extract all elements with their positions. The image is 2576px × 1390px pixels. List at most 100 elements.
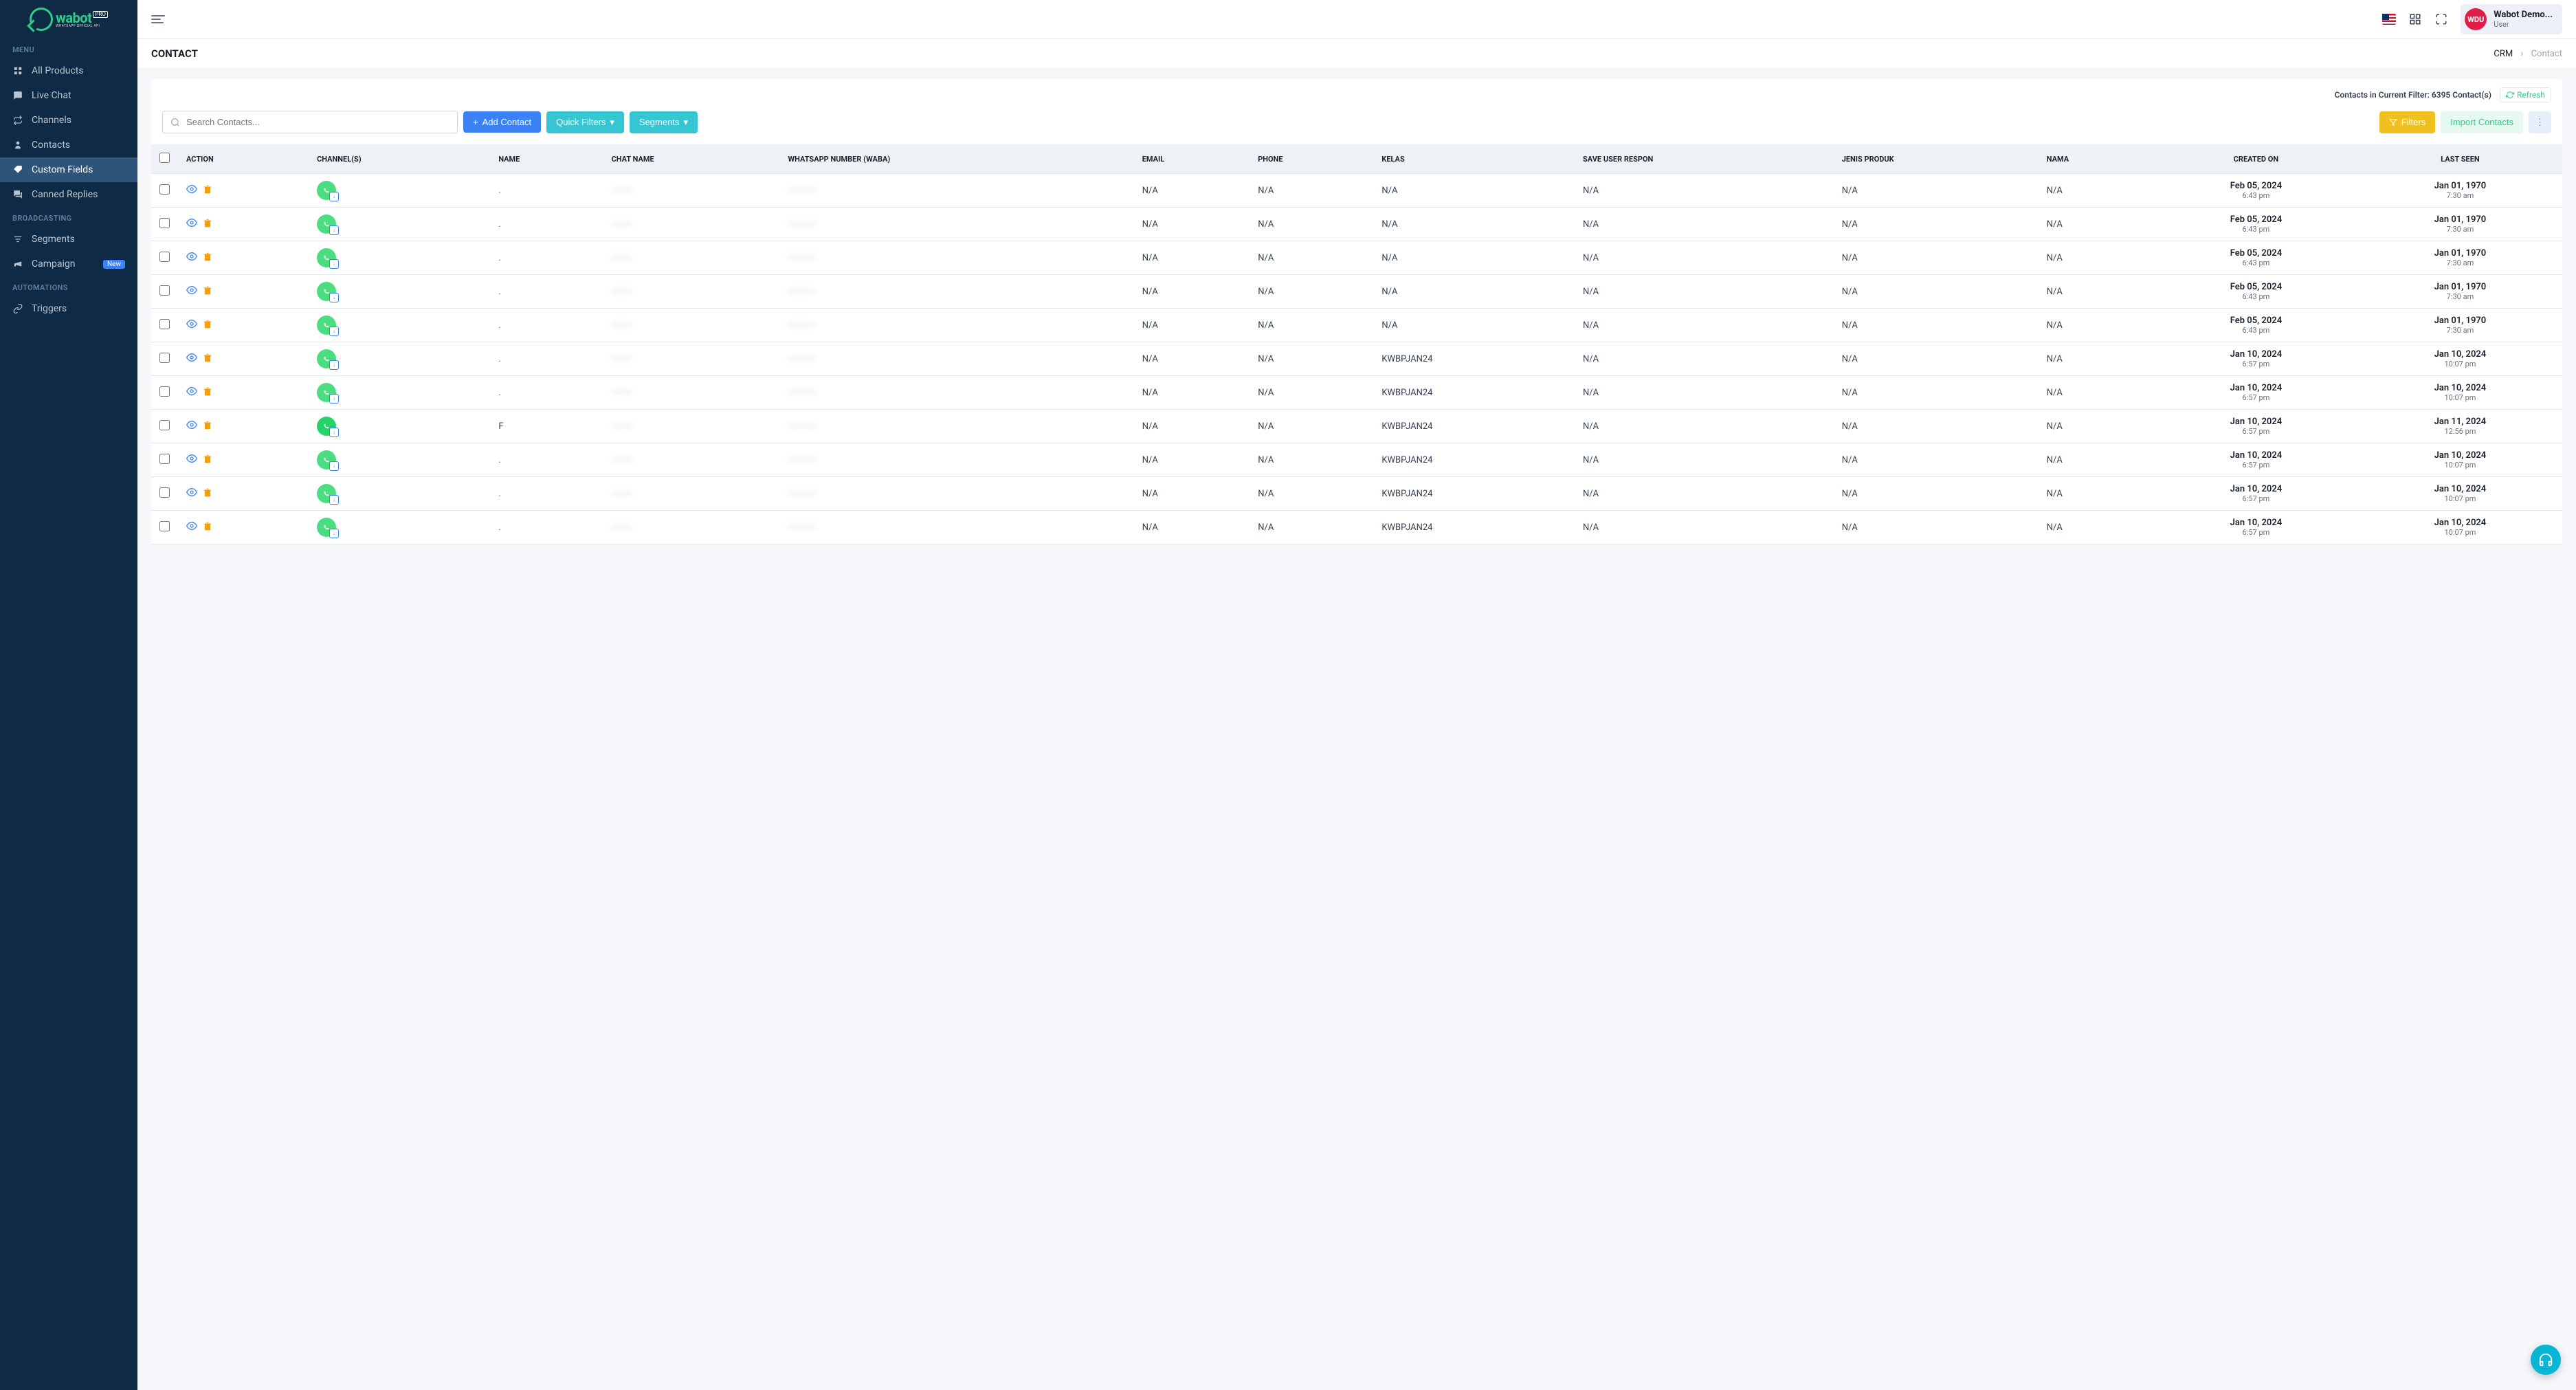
more-options-button[interactable]: ⋮ [2529, 111, 2551, 133]
cell-name: . [490, 208, 603, 241]
cell-jenis-produk: N/A [1834, 342, 2039, 376]
row-checkbox[interactable] [159, 454, 170, 464]
logo-badge: PRO [93, 11, 107, 18]
cell-chat-name: ——— [603, 376, 780, 410]
section-broadcasting-label: BROADCASTING [0, 207, 137, 227]
refresh-button[interactable]: Refresh [2500, 87, 2551, 102]
cell-name: . [490, 275, 603, 309]
table-row: ↓ . ——— ———— N/A N/A KWBPJAN24 N/A N/A N… [151, 342, 2562, 376]
grid-icon [12, 65, 23, 76]
delete-icon[interactable] [203, 386, 212, 399]
sidebar-item-triggers[interactable]: Triggers [0, 296, 137, 321]
cell-nama: N/A [2039, 208, 2154, 241]
sidebar-item-label: Campaign [32, 258, 75, 269]
cell-save-user-respon: N/A [1575, 410, 1834, 443]
sidebar-item-custom-fields[interactable]: Custom Fields [0, 157, 137, 182]
row-checkbox[interactable] [159, 218, 170, 228]
col-waba: WHATSAPP NUMBER (WABA) [779, 144, 1133, 174]
select-all-checkbox[interactable] [159, 153, 170, 163]
chevron-right-icon: › [2520, 49, 2523, 59]
row-checkbox[interactable] [159, 353, 170, 363]
search-input[interactable] [162, 111, 458, 133]
channel-whatsapp-icon: ↓ [317, 484, 336, 503]
delete-icon[interactable] [203, 285, 212, 298]
quick-filters-button[interactable]: Quick Filters ▾ [546, 111, 624, 133]
row-checkbox[interactable] [159, 487, 170, 498]
delete-icon[interactable] [203, 218, 212, 230]
delete-icon[interactable] [203, 184, 212, 197]
delete-icon[interactable] [203, 252, 212, 264]
logo[interactable]: wabot PRO WHATSAPP OFFICIAL API [0, 0, 137, 38]
view-icon[interactable] [186, 386, 197, 399]
row-checkbox[interactable] [159, 252, 170, 262]
page-title: CONTACT [151, 47, 198, 60]
row-checkbox[interactable] [159, 521, 170, 531]
cell-chat-name: ——— [603, 275, 780, 309]
cell-name: . [490, 342, 603, 376]
delete-icon[interactable] [203, 353, 212, 365]
view-icon[interactable] [186, 217, 197, 231]
view-icon[interactable] [186, 251, 197, 265]
view-icon[interactable] [186, 520, 197, 534]
cell-kelas: KWBPJAN24 [1373, 376, 1575, 410]
cell-phone: N/A [1250, 275, 1373, 309]
view-icon[interactable] [186, 487, 197, 500]
filters-button[interactable]: Filters [2379, 111, 2435, 133]
sidebar-item-label: Channels [32, 115, 71, 126]
row-checkbox[interactable] [159, 319, 170, 329]
sidebar-item-segments[interactable]: Segments [0, 227, 137, 252]
view-icon[interactable] [186, 352, 197, 366]
segments-button[interactable]: Segments ▾ [630, 111, 698, 133]
section-menu-label: MENU [0, 38, 137, 58]
cell-nama: N/A [2039, 342, 2154, 376]
language-flag-us-icon[interactable] [2382, 12, 2396, 26]
breadcrumb-current: Contact [2531, 49, 2562, 59]
view-icon[interactable] [186, 184, 197, 197]
sidebar-item-canned-replies[interactable]: Canned Replies [0, 182, 137, 207]
cell-created-on: Feb 05, 20246:43 pm [2154, 174, 2358, 208]
cell-save-user-respon: N/A [1575, 511, 1834, 544]
add-contact-button[interactable]: + Add Contact [463, 111, 541, 133]
menu-toggle-icon[interactable] [151, 15, 165, 23]
sidebar-item-channels[interactable]: Channels [0, 108, 137, 133]
cell-chat-name: ——— [603, 241, 780, 275]
logo-text: wabot [56, 11, 91, 25]
cell-phone: N/A [1250, 477, 1373, 511]
delete-icon[interactable] [203, 420, 212, 432]
import-contacts-button[interactable]: Import Contacts [2441, 111, 2523, 133]
apps-grid-icon[interactable] [2408, 12, 2422, 26]
user-menu[interactable]: WDU Wabot Demo... User [2461, 4, 2562, 34]
cell-waba: ———— [779, 342, 1133, 376]
contacts-card: Contacts in Current Filter: 6395 Contact… [151, 79, 2562, 544]
view-icon[interactable] [186, 453, 197, 467]
cell-kelas: N/A [1373, 309, 1575, 342]
page-header: CONTACT CRM › Contact [137, 38, 2576, 68]
filter-count-text: Contacts in Current Filter: 6395 Contact… [2335, 90, 2491, 100]
sidebar-item-live-chat[interactable]: Live Chat [0, 83, 137, 108]
view-icon[interactable] [186, 318, 197, 332]
cell-kelas: N/A [1373, 275, 1575, 309]
search-icon [170, 118, 180, 127]
table-row: ↓ . ——— ———— N/A N/A KWBPJAN24 N/A N/A N… [151, 443, 2562, 477]
cell-email: N/A [1134, 342, 1250, 376]
view-icon[interactable] [186, 285, 197, 298]
row-checkbox[interactable] [159, 184, 170, 195]
delete-icon[interactable] [203, 521, 212, 533]
view-icon[interactable] [186, 419, 197, 433]
sidebar-item-contacts[interactable]: Contacts [0, 133, 137, 157]
row-checkbox[interactable] [159, 386, 170, 397]
breadcrumb-root[interactable]: CRM [2494, 49, 2513, 59]
cell-waba: ———— [779, 174, 1133, 208]
support-chat-fab[interactable] [2531, 1345, 2561, 1375]
delete-icon[interactable] [203, 487, 212, 500]
sidebar-item-all-products[interactable]: All Products [0, 58, 137, 83]
fullscreen-icon[interactable] [2434, 12, 2448, 26]
sidebar-item-campaign[interactable]: Campaign New [0, 252, 137, 276]
row-checkbox[interactable] [159, 420, 170, 430]
delete-icon[interactable] [203, 319, 212, 331]
cell-chat-name: ——— [603, 174, 780, 208]
row-checkbox[interactable] [159, 285, 170, 296]
sidebar-item-label: Contacts [32, 140, 70, 151]
channel-whatsapp-icon: ↓ [317, 282, 336, 301]
delete-icon[interactable] [203, 454, 212, 466]
